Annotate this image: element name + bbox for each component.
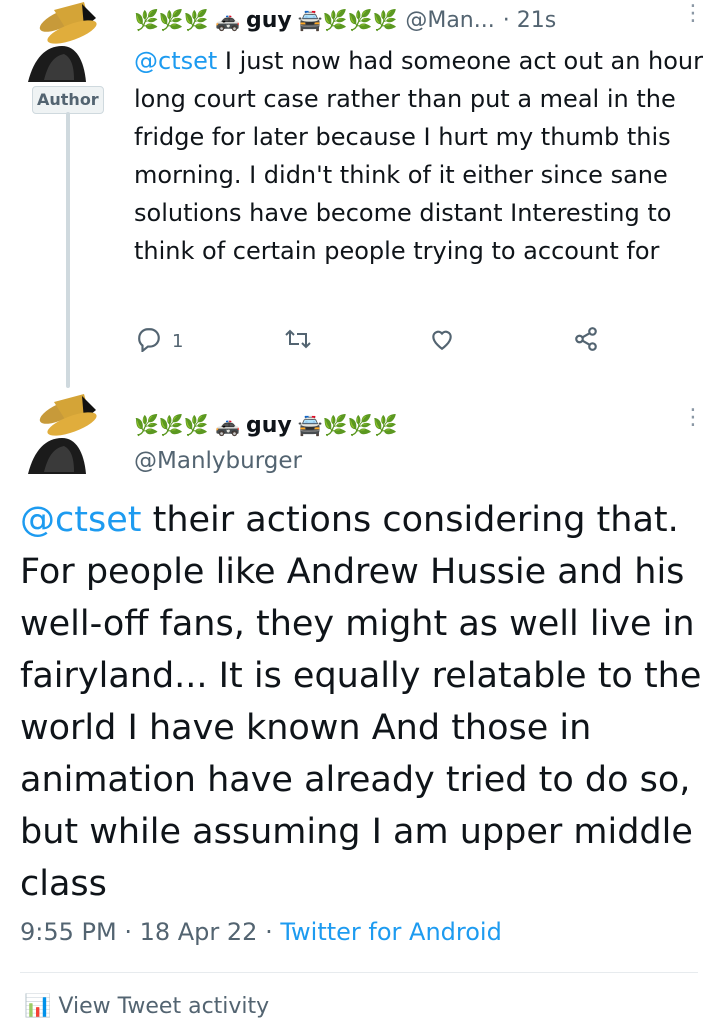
like-icon: [428, 326, 456, 357]
like-action[interactable]: [428, 326, 456, 357]
mention-link[interactable]: @ctset: [134, 47, 217, 75]
divider: [20, 972, 698, 973]
share-action[interactable]: [572, 326, 600, 357]
main-header: 🌿🌿🌿 🚓 guy 🚔🌿🌿🌿: [134, 408, 397, 442]
reply-body: I just now had someone act out an hour l…: [134, 47, 704, 265]
share-icon: [572, 326, 600, 357]
retweet-icon: [284, 326, 312, 357]
avatar[interactable]: [24, 394, 110, 480]
user-handle[interactable]: @Manlyburger: [134, 448, 302, 474]
mention-link[interactable]: @ctset: [20, 500, 141, 540]
display-name-prefix: 🌿🌿🌿 🚓: [134, 413, 240, 437]
reply-text: @ctset I just now had someone act out an…: [134, 42, 704, 270]
reply-count: 1: [172, 331, 184, 352]
reply-icon: [136, 326, 162, 357]
thread-line: [66, 112, 70, 388]
tweet-time[interactable]: · 21s: [503, 8, 556, 33]
display-name-suffix: 🚔🌿🌿🌿: [297, 8, 398, 32]
tweet-meta: 9:55 PM · 18 Apr 22 · Twitter for Androi…: [20, 918, 502, 946]
retweet-action[interactable]: [284, 326, 312, 357]
tweet-body: their actions considering that. For peop…: [20, 500, 702, 904]
display-name-prefix: 🌿🌿🌿 🚓: [134, 8, 240, 32]
activity-icon: 📊: [24, 994, 52, 1019]
timestamp[interactable]: 9:55 PM · 18 Apr 22 ·: [20, 918, 280, 946]
tweet-text: @ctset their actions considering that. F…: [20, 494, 710, 910]
activity-label: View Tweet activity: [58, 994, 270, 1019]
display-name-suffix: 🚔🌿🌿🌿: [297, 413, 398, 437]
source-link[interactable]: Twitter for Android: [280, 918, 501, 946]
display-name[interactable]: guy: [246, 8, 292, 33]
reply-action[interactable]: 1: [136, 326, 183, 357]
avatar[interactable]: [24, 2, 110, 88]
tweet-activity-link[interactable]: 📊 View Tweet activity: [24, 994, 269, 1019]
user-handle[interactable]: @Man...: [405, 8, 494, 33]
reply-header: 🌿🌿🌿 🚓 guy 🚔🌿🌿🌿 @Man... · 21s: [134, 4, 556, 36]
display-name[interactable]: guy: [246, 413, 292, 438]
more-options-icon[interactable]: ⋮: [682, 407, 704, 429]
author-badge: Author: [32, 86, 104, 114]
more-options-icon[interactable]: ⋮: [682, 3, 704, 25]
